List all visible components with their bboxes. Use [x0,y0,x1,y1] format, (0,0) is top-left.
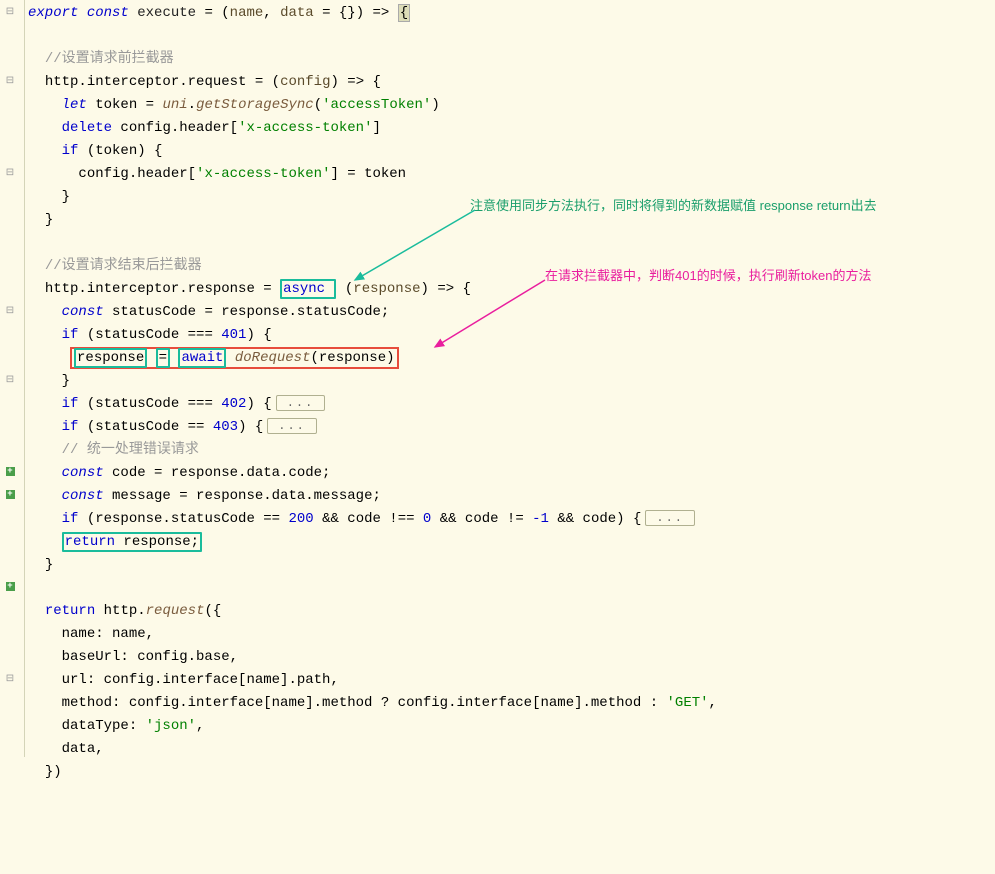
fold-marker-collapsed[interactable] [0,575,20,598]
annotation-green: 注意使用同步方法执行，同时将得到的新数据赋值 response return出去 [470,195,877,214]
highlight-async: async [280,279,336,299]
highlight-red-box: response = await doRequest(response) [70,347,399,369]
code-line: if (statusCode === 401) { [20,324,995,347]
code-line [20,577,995,600]
code-line: name: name, [20,623,995,646]
code-line: }) [20,761,995,784]
code-line: return response; [20,531,995,554]
code-line: config.header['x-access-token'] = token [20,163,995,186]
code-line: } [20,370,995,393]
code-line: dataType: 'json', [20,715,995,738]
code-line: //设置请求前拦截器 [20,48,995,71]
code-line: if (token) { [20,140,995,163]
fold-marker[interactable] [0,0,20,23]
fold-placeholder[interactable]: ... [276,395,326,411]
fold-marker[interactable] [0,299,20,322]
code-line: const code = response.data.code; [20,462,995,485]
fold-marker[interactable] [0,69,20,92]
fold-marker-collapsed[interactable] [0,460,20,483]
code-editor[interactable]: export const execute = (name, data = {})… [0,0,995,757]
fold-marker[interactable] [0,368,20,391]
code-line: if (statusCode === 402) {... [20,393,995,416]
code-line: delete config.header['x-access-token'] [20,117,995,140]
code-line: method: config.interface[name].method ? … [20,692,995,715]
code-line: if (response.statusCode == 200 && code !… [20,508,995,531]
code-line: baseUrl: config.base, [20,646,995,669]
fold-marker[interactable] [0,667,20,690]
annotation-pink: 在请求拦截器中，判断401的时候，执行刷新token的方法 [545,265,872,284]
cursor-position: { [398,4,410,22]
code-line: url: config.interface[name].path, [20,669,995,692]
highlight-await: await [178,348,226,368]
highlight-response: response [74,348,147,368]
fold-marker-collapsed[interactable] [0,483,20,506]
fold-marker[interactable] [0,161,20,184]
code-line [20,232,995,255]
code-content[interactable]: export const execute = (name, data = {})… [20,0,995,757]
code-line: data, [20,738,995,761]
highlight-equals: = [156,348,170,368]
fold-gutter [0,0,20,757]
code-line: const statusCode = response.statusCode; [20,301,995,324]
code-line: const message = response.data.message; [20,485,995,508]
code-line: response = await doRequest(response) [20,347,995,370]
code-line [20,25,995,48]
code-line: http.interceptor.request = (config) => { [20,71,995,94]
highlight-return: return response; [62,532,202,552]
code-line: return http.request({ [20,600,995,623]
code-line: let token = uni.getStorageSync('accessTo… [20,94,995,117]
fold-placeholder[interactable]: ... [267,418,317,434]
code-line: } [20,554,995,577]
code-line: export const execute = (name, data = {})… [20,2,995,25]
code-line: // 统一处理错误请求 [20,439,995,462]
code-line: if (statusCode == 403) {... [20,416,995,439]
fold-placeholder[interactable]: ... [645,510,695,526]
